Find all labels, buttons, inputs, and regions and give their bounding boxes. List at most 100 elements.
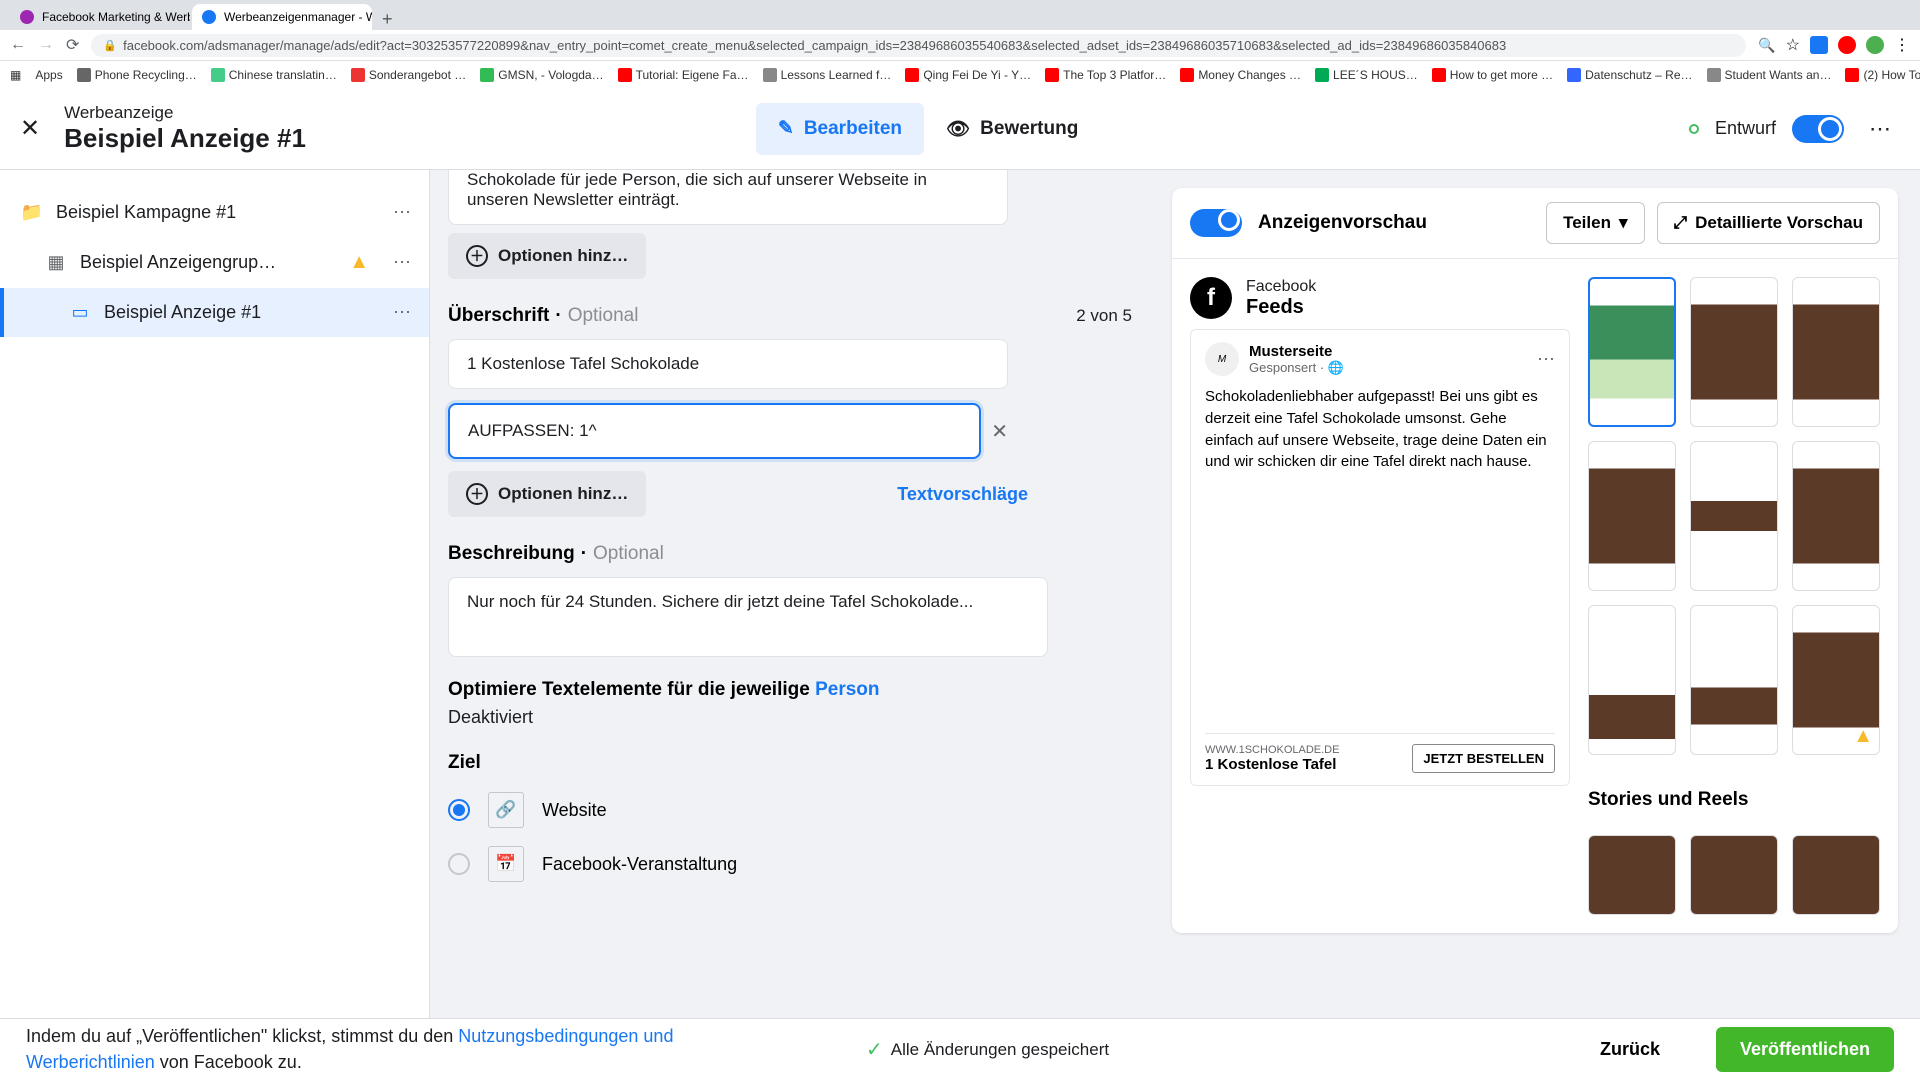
menu-icon[interactable]: ⋮ [1894,35,1910,55]
placement-thumb[interactable] [1792,277,1880,427]
bookmark-item[interactable]: Money Changes … [1180,68,1301,82]
primary-text-field[interactable]: Schokolade für jede Person, die sich auf… [448,170,1008,225]
headline-actions-row: ＋ Optionen hinz… Textvorschläge [448,471,1028,517]
primary-text-value: Schokolade für jede Person, die sich auf… [467,170,927,209]
radio-icon[interactable] [448,853,470,875]
clear-icon[interactable]: ✕ [991,419,1008,444]
cta-button[interactable]: JETZT BESTELLEN [1412,744,1555,773]
headline-1-field[interactable]: 1 Kostenlose Tafel Schokolade [448,339,1008,389]
grid-icon: ▦ [46,253,66,273]
bookmark-item[interactable]: Datenschutz – Re… [1567,68,1692,82]
close-icon[interactable]: ✕ [20,114,40,143]
status-badge: Entwurf [1715,118,1776,139]
detailed-preview-button[interactable]: ⤢ Detaillierte Vorschau [1657,202,1880,244]
headline-2-input[interactable] [448,403,981,459]
headline-section-label: Überschrift · Optional 2 von 5 [448,305,1132,327]
optional-text: Optional [593,543,664,565]
bookmark-item[interactable]: How to get more … [1432,68,1553,82]
add-options-button[interactable]: ＋ Optionen hinz… [448,471,646,517]
ad-icon: ▭ [70,303,90,323]
bookmark-item[interactable]: GMSN, - Vologda… [480,68,603,82]
center-panel: Schokolade für jede Person, die sich auf… [430,170,1150,1018]
pencil-icon: ✎ [778,117,794,140]
page-name: Musterseite [1249,343,1344,360]
extension-icon[interactable] [1810,36,1828,54]
sidebar-item-campaign[interactable]: 📁 Beispiel Kampagne #1 ⋯ [0,188,429,237]
extension-icon[interactable] [1866,36,1884,54]
status-toggle[interactable] [1792,115,1844,143]
bookmark-item[interactable]: Phone Recycling… [77,68,197,82]
reload-icon[interactable]: ⟳ [66,35,79,55]
plus-circle-icon: ＋ [466,483,488,505]
more-icon[interactable]: ⋯ [1860,109,1900,149]
tab-inactive[interactable]: Facebook Marketing & Werbe… ✕ [10,4,190,30]
optimize-text: Optimiere Textelemente für die jeweilige [448,679,815,700]
zoom-icon[interactable]: 🔍 [1758,37,1775,54]
sidebar-item-adset[interactable]: ▦ Beispiel Anzeigengrup… ▲ ⋯ [0,237,429,288]
mock-footer: WWW.1SCHOKOLADE.DE 1 Kostenlose Tafel JE… [1205,733,1555,773]
goal-fb-event-row[interactable]: 📅 Facebook-Veranstaltung [448,846,1132,882]
extension-icon[interactable] [1838,36,1856,54]
post-headline: 1 Kostenlose Tafel [1205,756,1339,773]
footer-left: WWW.1SCHOKOLADE.DE 1 Kostenlose Tafel [1205,744,1339,773]
bookmark-item[interactable]: Apps [35,68,62,82]
bookmark-item[interactable]: LEE´S HOUS… [1315,68,1418,82]
more-icon[interactable]: ⋯ [393,302,411,323]
bookmark-item[interactable]: Student Wants an… [1707,68,1832,82]
placement-thumb[interactable] [1690,605,1778,755]
more-icon[interactable]: ⋯ [1537,349,1555,370]
preview-card: Anzeigenvorschau Teilen ▾ ⤢ Detaillierte… [1172,188,1898,933]
placement-thumb[interactable] [1588,441,1676,591]
more-icon[interactable]: ⋯ [393,202,411,223]
preview-actions: Teilen ▾ ⤢ Detaillierte Vorschau [1546,202,1880,244]
share-button[interactable]: Teilen ▾ [1546,202,1644,244]
saved-indicator: ✓ Alle Änderungen gespeichert [866,1037,1109,1062]
goal-website-row[interactable]: 🔗 Website [448,792,1132,828]
mock-post: M Musterseite Gesponsert · 🌐 ⋯ Schokolad… [1190,329,1570,786]
forward-icon[interactable]: → [38,36,54,54]
placement-thumb[interactable] [1588,277,1676,427]
more-icon[interactable]: ⋯ [393,252,411,273]
new-tab-button[interactable]: + [374,9,401,30]
url-input[interactable]: 🔒 facebook.com/adsmanager/manage/ads/edi… [91,34,1746,57]
description-field[interactable]: Nur noch für 24 Stunden. Sichere dir jet… [448,577,1048,657]
placement-thumb[interactable] [1690,441,1778,591]
back-icon[interactable]: ← [10,36,26,54]
star-icon[interactable]: ☆ [1786,35,1800,55]
add-options-button[interactable]: ＋ Optionen hinz… [448,233,646,279]
lock-icon: 🔒 [103,39,117,52]
tab-review[interactable]: 👁 Bewertung [924,103,1100,155]
placement-thumb[interactable] [1690,277,1778,427]
placement-thumb[interactable] [1588,605,1676,755]
placement-thumb[interactable] [1792,835,1880,915]
text-suggestions-link[interactable]: Textvorschläge [897,484,1028,505]
placement-thumb[interactable]: ▲ [1792,605,1880,755]
footer-text: Indem du auf „Veröffentlichen" klickst, … [26,1024,806,1074]
publish-button[interactable]: Veröffentlichen [1716,1027,1894,1072]
tab-edit[interactable]: ✎ Bearbeiten [756,103,924,155]
bookmark-item[interactable]: Tutorial: Eigene Fa… [618,68,749,82]
optimize-person-link[interactable]: Person [815,679,879,700]
radio-icon[interactable] [448,799,470,821]
bookmark-item[interactable]: Sonderangebot … [351,68,466,82]
bookmark-item[interactable]: (2) How To Add A… [1845,68,1920,82]
tab-active[interactable]: Werbeanzeigenmanager - We… ✕ [192,4,372,30]
preview-toggle[interactable] [1190,209,1242,237]
header-right: Entwurf ⋯ [1689,109,1900,149]
sidebar-item-ad[interactable]: ▭ Beispiel Anzeige #1 ⋯ [0,288,429,337]
apps-icon[interactable]: ▦ [10,68,21,82]
placement-thumb[interactable] [1792,441,1880,591]
tab-label: Bewertung [980,118,1078,140]
placement-thumb[interactable] [1690,835,1778,915]
warning-icon: ▲ [1853,725,1873,748]
sidebar-item-label: Beispiel Kampagne #1 [56,202,236,223]
placement-thumb[interactable] [1588,835,1676,915]
bookmark-item[interactable]: Chinese translatin… [211,68,337,82]
addr-right-icons: 🔍 ☆ ⋮ [1758,35,1910,55]
sponsored-label: Gesponsert · 🌐 [1249,360,1344,376]
back-button[interactable]: Zurück [1576,1027,1684,1072]
bookmark-item[interactable]: Qing Fei De Yi - Y… [905,68,1031,82]
thumbnail-grid: ▲ Stories und Reels [1588,277,1880,915]
bookmark-item[interactable]: Lessons Learned f… [763,68,892,82]
bookmark-item[interactable]: The Top 3 Platfor… [1045,68,1166,82]
